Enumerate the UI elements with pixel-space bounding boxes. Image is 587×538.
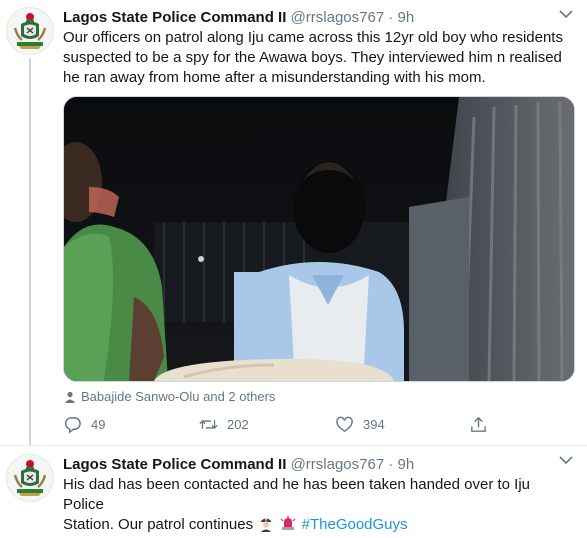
tagged-users-label: Babajide Sanwo-Olu and 2 others — [81, 389, 276, 404]
hashtag-link[interactable]: #TheGoodGuys — [302, 516, 408, 533]
thread-line — [29, 58, 31, 445]
author-handle[interactable]: @rrslagos767 — [291, 456, 385, 473]
like-button[interactable]: 394 — [335, 415, 385, 434]
tweet-1[interactable]: Lagos State Police Command II @rrslagos7… — [0, 0, 587, 446]
tweet-text: His dad has been contacted and he has be… — [63, 475, 573, 535]
retweet-icon — [199, 420, 218, 429]
share-icon — [471, 416, 486, 432]
tweet-timestamp[interactable]: 9h — [398, 9, 415, 26]
separator-dot: · — [388, 456, 394, 473]
separator-dot: · — [388, 9, 394, 26]
reply-button[interactable]: 49 — [63, 415, 105, 434]
person-icon — [65, 391, 75, 403]
police-crest-icon — [7, 8, 53, 54]
author-handle[interactable]: @rrslagos767 — [291, 9, 385, 26]
author-name[interactable]: Lagos State Police Command II — [63, 456, 286, 473]
tweet-header: Lagos State Police Command II @rrslagos7… — [63, 8, 414, 27]
reply-icon — [64, 417, 81, 434]
tweet-text: Our officers on patrol along Iju came ac… — [63, 28, 573, 88]
tweet-timestamp[interactable]: 9h — [398, 456, 415, 473]
avatar[interactable] — [6, 454, 54, 502]
tweet-text-line: he ran away from home after a misunderst… — [63, 69, 486, 86]
police-crest-icon — [7, 455, 53, 501]
tweet-text-line: Station. Our patrol continues #TheGoodGu… — [63, 515, 573, 535]
chevron-down-icon[interactable] — [557, 453, 575, 467]
tweet-text-line: suspected to be a spy for the Awawa boys… — [63, 49, 562, 66]
retweet-button[interactable]: 202 — [199, 415, 249, 434]
heart-icon — [336, 416, 353, 432]
tweet-text-prefix: Station. Our patrol continues — [63, 516, 254, 533]
retweet-count: 202 — [227, 417, 249, 432]
photo-of-boy-at-night — [64, 97, 574, 381]
tweet-text-line: His dad has been contacted and he has be… — [63, 476, 531, 513]
chevron-down-icon[interactable] — [557, 7, 575, 21]
reply-count: 49 — [91, 417, 106, 432]
tweet-text-line: Our officers on patrol along Iju came ac… — [63, 29, 563, 46]
avatar[interactable] — [6, 7, 54, 55]
like-count: 394 — [363, 417, 385, 432]
tweet-header: Lagos State Police Command II @rrslagos7… — [63, 455, 414, 474]
tagged-users[interactable]: Babajide Sanwo-Olu and 2 others — [63, 389, 275, 404]
police-officer-emoji — [258, 516, 274, 532]
author-name[interactable]: Lagos State Police Command II — [63, 9, 286, 26]
tweet-2[interactable]: Lagos State Police Command II @rrslagos7… — [0, 446, 587, 533]
share-button[interactable] — [469, 415, 488, 434]
police-car-light-emoji — [280, 516, 296, 532]
tweet-photo[interactable] — [63, 96, 575, 382]
tweet-actions: 49 202 394 — [63, 415, 503, 437]
